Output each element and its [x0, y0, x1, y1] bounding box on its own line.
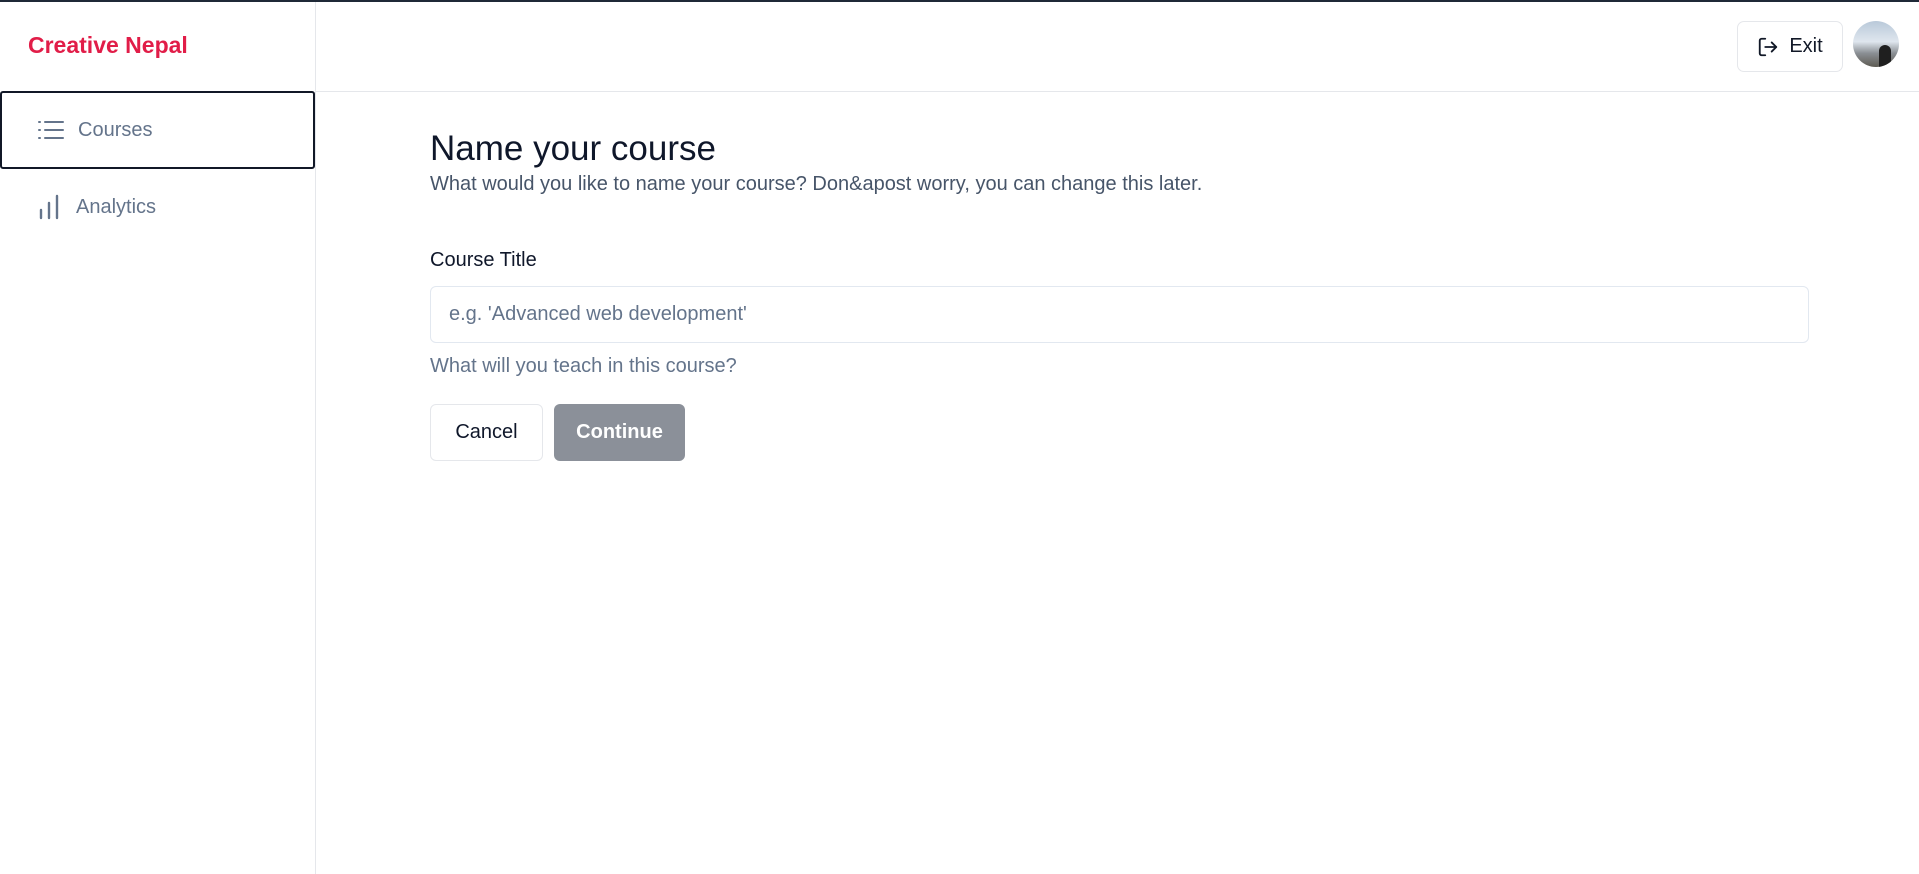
- top-header: Exit: [316, 2, 1919, 92]
- exit-label: Exit: [1789, 35, 1823, 57]
- page-title: Name your course: [430, 129, 716, 168]
- course-title-input[interactable]: [430, 286, 1809, 343]
- course-title-label: Course Title: [430, 249, 537, 271]
- cancel-button[interactable]: Cancel: [430, 404, 543, 461]
- list-icon: [36, 115, 66, 145]
- sidebar: Creative Nepal Courses Analytics: [0, 2, 316, 874]
- user-avatar[interactable]: [1853, 21, 1899, 67]
- bar-chart-icon: [34, 192, 64, 222]
- sidebar-item-analytics[interactable]: Analytics: [0, 168, 315, 246]
- brand-logo[interactable]: Creative Nepal: [28, 32, 188, 59]
- form-actions: Cancel Continue: [430, 404, 1810, 461]
- avatar-figure: [1879, 45, 1891, 67]
- sidebar-item-label: Courses: [78, 118, 153, 141]
- page-subtitle: What would you like to name your course?…: [430, 173, 1203, 195]
- main-content: Name your course What would you like to …: [430, 120, 1810, 461]
- continue-button[interactable]: Continue: [554, 404, 685, 461]
- log-out-icon: [1757, 36, 1779, 58]
- sidebar-item-courses[interactable]: Courses: [0, 91, 315, 169]
- exit-button[interactable]: Exit: [1737, 21, 1843, 72]
- course-title-hint: What will you teach in this course?: [430, 355, 737, 377]
- sidebar-item-label: Analytics: [76, 195, 157, 218]
